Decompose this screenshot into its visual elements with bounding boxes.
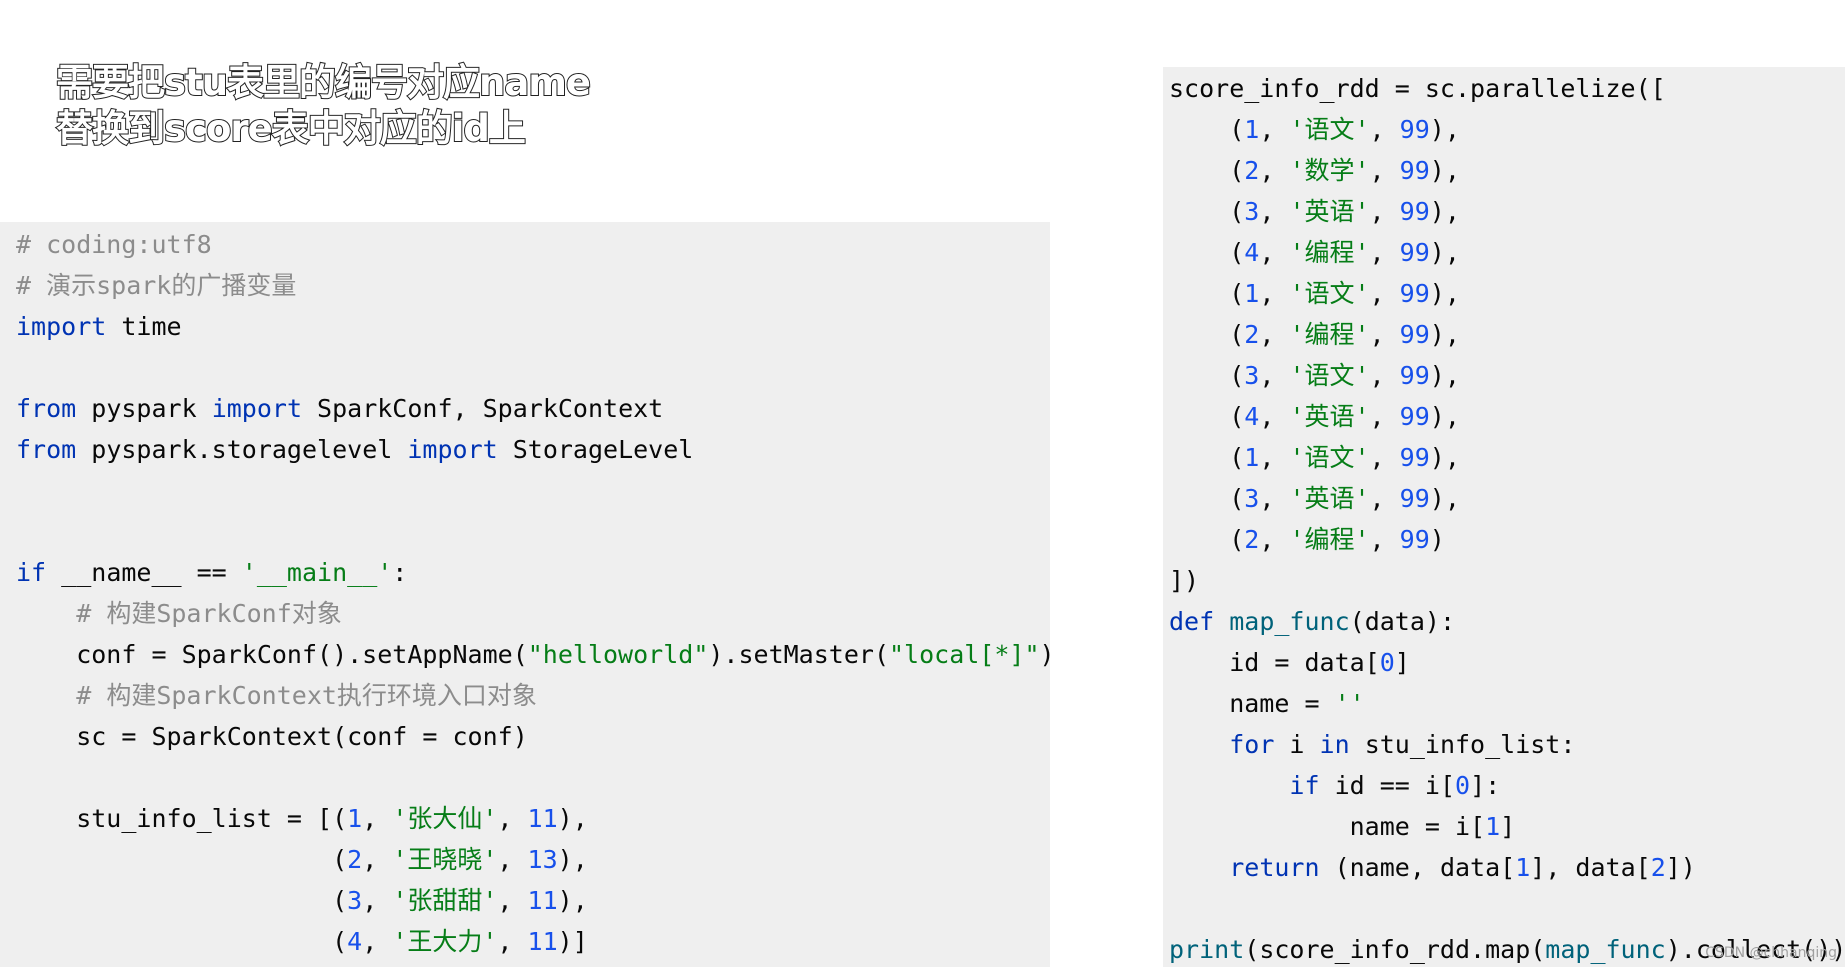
left-code-panel: # coding:utf8 # 演示spark的广播变量 import time fr…: [0, 222, 1050, 967]
headline-line-2: 替换到score表中对应的id上: [55, 106, 527, 151]
code-line: name = i[1]: [1169, 812, 1516, 841]
code-line: (4, '英语', 99),: [1169, 402, 1460, 431]
code-line: name = '': [1169, 689, 1365, 718]
code-line: def map_func(data):: [1169, 607, 1455, 636]
headline: 需要把stu表里的编号对应name 替换到score表中对应的id上: [55, 60, 592, 152]
code-line: # 演示spark的广播变量: [16, 271, 297, 300]
code-line: sc = SparkContext(conf = conf): [16, 722, 528, 751]
code-line: (4, '王大力', 11)]: [16, 927, 588, 956]
code-line: score_info_rdd = sc.parallelize([: [1169, 74, 1666, 103]
code-line: (4, '编程', 99),: [1169, 238, 1460, 267]
code-line: import time: [16, 312, 182, 341]
code-line: # 构建SparkContext执行环境入口对象: [76, 681, 537, 710]
code-line: for i in stu_info_list:: [1229, 730, 1576, 759]
code-line: (2, '数学', 99),: [1169, 156, 1460, 185]
code-line: (2, '编程', 99),: [1169, 320, 1460, 349]
code-line: id = data[0]: [1169, 648, 1410, 677]
code-line: (1, '语文', 99),: [1169, 115, 1460, 144]
code-line: conf = SparkConf().setAppName("helloworl…: [16, 640, 1050, 669]
code-line: # 构建SparkConf对象: [76, 599, 342, 628]
code-line: (3, '语文', 99),: [1169, 361, 1460, 390]
code-line: (3, '张甜甜', 11),: [16, 886, 588, 915]
code-line: stu_info_list = [(1, '张大仙', 11),: [16, 804, 588, 833]
code-line: (2, '编程', 99): [1169, 525, 1445, 554]
code-line: return (name, data[1], data[2]): [1229, 853, 1696, 882]
code-line: if id == i[0]:: [1289, 771, 1501, 800]
headline-line-1: 需要把stu表里的编号对应name: [55, 60, 592, 105]
code-line: if __name__ == '__main__':: [16, 558, 408, 587]
code-line: from pyspark import SparkConf, SparkCont…: [16, 394, 664, 423]
code-line: # coding:utf8: [16, 230, 212, 259]
code-line: (3, '英语', 99),: [1169, 484, 1460, 513]
watermark: CSDN @chhanqing: [1705, 945, 1837, 961]
code-line: (1, '语文', 99),: [1169, 279, 1460, 308]
code-line: (3, '英语', 99),: [1169, 197, 1460, 226]
code-line: (2, '王晓晓', 13),: [16, 845, 588, 874]
code-line: from pyspark.storagelevel import Storage…: [16, 435, 694, 464]
code-line: (1, '语文', 99),: [1169, 443, 1460, 472]
code-line: ]): [1169, 566, 1200, 595]
right-code-panel: score_info_rdd = sc.parallelize([ (1, '语…: [1163, 67, 1845, 967]
